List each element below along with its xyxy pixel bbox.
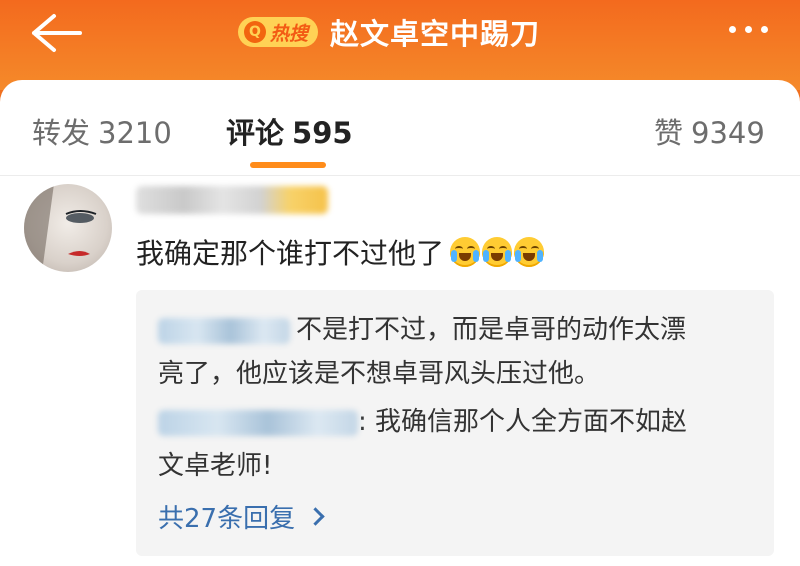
tab-likes-count: 9349: [691, 116, 765, 150]
back-arrow-icon[interactable]: [28, 12, 84, 54]
page-title: 赵文卓空中踢刀: [330, 17, 541, 51]
reply-text-line: 不是打不过，而是卓哥的动作太漂: [296, 315, 687, 345]
more-replies-label: 共27条回复: [158, 504, 296, 534]
reply-text-continued: 文卓老师!: [158, 451, 273, 481]
tab-comments-count: 595: [292, 116, 353, 150]
username-blurred[interactable]: [136, 186, 328, 214]
avatar[interactable]: [24, 184, 112, 272]
tab-reposts-count: 3210: [98, 116, 172, 150]
active-tab-indicator: [250, 162, 326, 168]
reply-username-blurred[interactable]: [158, 317, 290, 344]
tabs-divider: [0, 175, 800, 176]
avatar-face-icon: [24, 184, 97, 272]
chevron-right-icon: [306, 507, 325, 526]
replies-box[interactable]: 不是打不过，而是卓哥的动作太漂 亮了，他应该是不想卓哥风头压过他。 : 我确信那…: [136, 290, 774, 556]
comment-body: 我确定那个谁打不过他了: [136, 232, 545, 272]
tab-comments-label: 评论: [226, 116, 285, 150]
reply-text-continued: 亮了，他应该是不想卓哥风头压过他。: [158, 359, 601, 389]
reply-text-line: : 我确信那个人全方面不如赵: [358, 407, 688, 437]
tab-comments[interactable]: 评论 595: [226, 110, 353, 152]
top-bar: Q 热搜 赵文卓空中踢刀: [0, 0, 800, 90]
more-options-icon[interactable]: [729, 26, 768, 33]
laugh-cry-emoji-icon: [450, 237, 481, 267]
tab-likes[interactable]: 赞 9349: [654, 110, 765, 152]
tab-reposts[interactable]: 转发 3210: [32, 110, 172, 152]
reply-username-blurred[interactable]: [158, 409, 358, 436]
header-title-group: Q 热搜 赵文卓空中踢刀: [238, 10, 540, 54]
hot-search-icon: Q: [244, 21, 266, 43]
tab-bar: 转发 3210 评论 595 赞 9349: [0, 80, 800, 176]
laugh-cry-emoji-icon: [482, 237, 513, 267]
reply-item: 不是打不过，而是卓哥的动作太漂: [158, 308, 758, 352]
emoji-group: [450, 237, 545, 267]
reply-item: : 我确信那个人全方面不如赵: [158, 400, 758, 444]
laugh-cry-emoji-icon: [514, 237, 545, 267]
content-card: 转发 3210 评论 595 赞 9349 我确定那个谁打不过他了 不是打不过，而是卓…: [0, 80, 800, 566]
tab-likes-label: 赞: [654, 116, 684, 150]
tab-reposts-label: 转发: [32, 116, 91, 150]
comment-text: 我确定那个谁打不过他了: [136, 237, 445, 270]
hot-search-label: 热搜: [270, 22, 309, 45]
view-more-replies-link[interactable]: 共27条回复: [158, 498, 325, 535]
hot-search-badge[interactable]: Q 热搜: [238, 17, 319, 47]
